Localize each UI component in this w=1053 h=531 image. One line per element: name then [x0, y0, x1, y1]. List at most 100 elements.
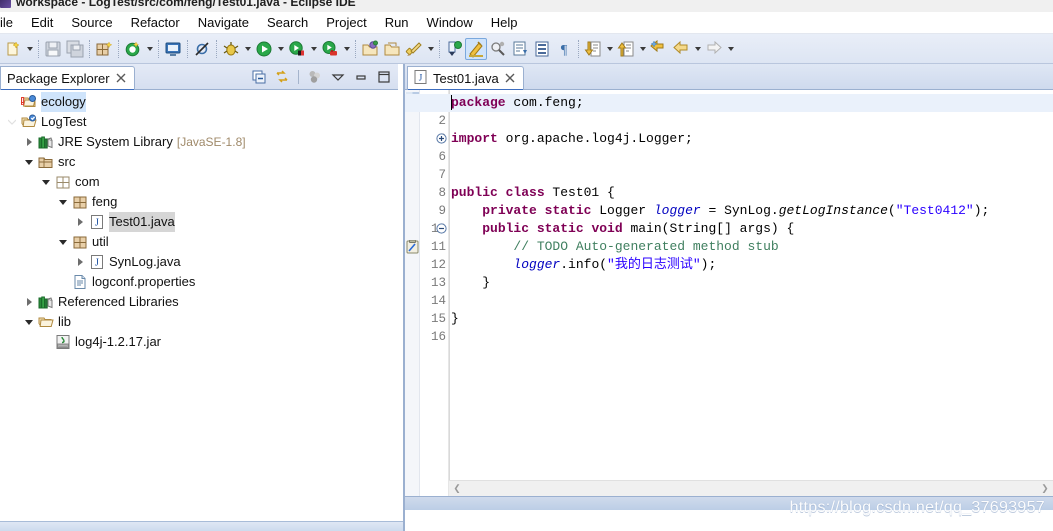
tab-package-explorer[interactable]: Package Explorer [0, 66, 135, 91]
tree-item-jre-system-library[interactable]: JRE System Library [JavaSE-1.8] [0, 132, 398, 152]
tree-item-logconf-properties[interactable]: logconf.properties [0, 272, 398, 292]
editor-horizontal-scrollbar[interactable]: ❮ ❯ [449, 480, 1053, 496]
code-line[interactable]: import org.apache.log4j.Logger; [451, 130, 693, 148]
new-package-folder-icon[interactable] [381, 38, 403, 60]
chevron-left-icon[interactable]: ❮ [449, 481, 465, 497]
close-icon[interactable] [505, 72, 515, 86]
collapse-all-icon[interactable] [249, 67, 269, 87]
last-edit-location-icon[interactable] [648, 38, 670, 60]
run-dropdown[interactable] [275, 38, 286, 60]
save-all-icon[interactable] [64, 38, 86, 60]
code-line[interactable]: public static void main(String[] args) { [451, 220, 794, 238]
fold-collapse-icon[interactable] [436, 223, 447, 234]
focus-on-active-task-icon[interactable] [305, 67, 325, 87]
expand-arrow-icon[interactable] [21, 132, 37, 152]
line-number: 14 [430, 294, 446, 308]
collapse-arrow-icon[interactable] [55, 232, 71, 252]
open-task-icon[interactable] [509, 38, 531, 60]
search-icon[interactable] [487, 38, 509, 60]
expand-arrow-icon[interactable] [21, 292, 37, 312]
new-java-project-icon[interactable] [359, 38, 381, 60]
run-coverage-icon[interactable] [286, 38, 308, 60]
debug-icon[interactable] [220, 38, 242, 60]
expand-arrow-icon[interactable] [72, 252, 88, 272]
tree-item-util[interactable]: util [0, 232, 398, 252]
tree-item-synlog-java[interactable]: J SynLog.java [0, 252, 398, 272]
code-line[interactable]: // TODO Auto-generated method stub [451, 238, 778, 256]
tree-item-log4j-1-2-17-jar[interactable]: log4j-1.2.17.jar [0, 332, 398, 352]
show-whitespace-icon[interactable]: ¶ [553, 38, 575, 60]
todo-task-icon[interactable] [406, 239, 419, 254]
collapse-arrow-icon[interactable] [21, 312, 37, 332]
code-editor[interactable]: 123678910111213141516 package com.feng;i… [405, 90, 1053, 510]
back-dropdown[interactable] [692, 38, 703, 60]
code-line[interactable]: logger.info("我的日志测试"); [451, 256, 716, 274]
toggle-block-selection-icon[interactable] [531, 38, 553, 60]
collapse-arrow-icon[interactable] [21, 152, 37, 172]
tree-item-lib[interactable]: lib [0, 312, 398, 332]
run-external-tools-icon[interactable] [319, 38, 341, 60]
menu-edit[interactable]: Edit [22, 13, 62, 32]
code-line[interactable]: private static Logger logger = SynLog.ge… [451, 202, 989, 220]
run-icon[interactable] [253, 38, 275, 60]
refresh-icon[interactable] [122, 38, 144, 60]
next-annotation-icon[interactable] [582, 38, 604, 60]
collapse-arrow-icon[interactable] [55, 192, 71, 212]
next-annotation-dropdown[interactable] [604, 38, 615, 60]
skip-breakpoints-icon[interactable] [191, 38, 213, 60]
new-wizard-icon[interactable] [2, 38, 24, 60]
forward-dropdown[interactable] [725, 38, 736, 60]
menu-window[interactable]: Window [418, 13, 482, 32]
fold-expand-icon[interactable] [436, 133, 447, 144]
open-type-icon[interactable] [443, 38, 465, 60]
menu-file[interactable]: File [0, 13, 22, 32]
tree-item-src[interactable]: src [0, 152, 398, 172]
previous-annotation-icon[interactable] [615, 38, 637, 60]
chevron-right-icon[interactable]: ❯ [1037, 481, 1053, 497]
tree-item-feng[interactable]: feng [0, 192, 398, 212]
menu-run[interactable]: Run [376, 13, 418, 32]
refresh-dropdown[interactable] [144, 38, 155, 60]
collapse-arrow-icon[interactable] [4, 112, 20, 132]
run-coverage-dropdown[interactable] [308, 38, 319, 60]
new-class-icon[interactable] [403, 38, 425, 60]
tab-test01-java[interactable]: J Test01.java [407, 66, 524, 91]
toggle-mark-occurrences-icon[interactable] [465, 37, 487, 60]
project-tree[interactable]: ecology LogTest JRE System Library [JavaSE-… [0, 90, 398, 531]
code-text[interactable]: package com.feng; import org.apache.log4j… [405, 90, 1053, 510]
minimize-icon[interactable] [351, 67, 371, 87]
menu-search[interactable]: Search [258, 13, 317, 32]
expand-arrow-icon[interactable] [72, 212, 88, 232]
save-icon[interactable] [42, 38, 64, 60]
tree-item-test01-java[interactable]: J Test01.java [0, 212, 398, 232]
maximize-icon[interactable] [374, 67, 394, 87]
tree-item-ecology[interactable]: ecology [0, 92, 398, 112]
collapse-arrow-icon[interactable] [38, 172, 54, 192]
back-icon[interactable] [670, 38, 692, 60]
menu-project[interactable]: Project [317, 13, 375, 32]
new-class-dropdown[interactable] [425, 38, 436, 60]
annotation-ruler[interactable] [405, 90, 420, 510]
tree-item-label: JRE System Library [58, 134, 173, 149]
close-icon[interactable] [116, 72, 126, 86]
code-line[interactable]: } [451, 274, 490, 292]
open-console-icon[interactable] [162, 38, 184, 60]
code-line[interactable]: } [451, 310, 459, 328]
previous-annotation-dropdown[interactable] [637, 38, 648, 60]
run-external-tools-dropdown[interactable] [341, 38, 352, 60]
code-line[interactable]: public class Test01 { [451, 184, 615, 202]
forward-icon[interactable] [703, 38, 725, 60]
new-java-package-icon[interactable] [93, 38, 115, 60]
tree-item-referenced-libraries[interactable]: Referenced Libraries [0, 292, 398, 312]
menu-refactor[interactable]: Refactor [122, 13, 189, 32]
link-with-editor-icon[interactable] [272, 67, 292, 87]
debug-dropdown[interactable] [242, 38, 253, 60]
menu-help[interactable]: Help [482, 13, 527, 32]
menu-source[interactable]: Source [62, 13, 121, 32]
code-line[interactable]: package com.feng; [405, 94, 1053, 112]
menu-navigate[interactable]: Navigate [189, 13, 258, 32]
new-wizard-dropdown[interactable] [24, 38, 35, 60]
view-menu-icon[interactable] [328, 67, 348, 87]
tree-item-logtest[interactable]: LogTest [0, 112, 398, 132]
tree-item-com[interactable]: com [0, 172, 398, 192]
